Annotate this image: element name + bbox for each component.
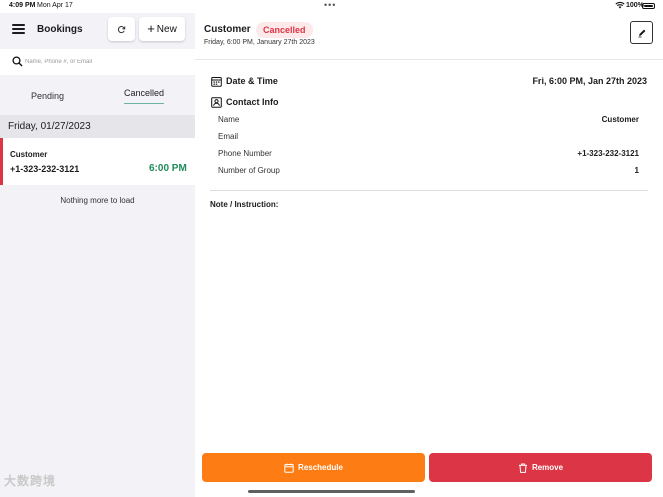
edit-button[interactable] xyxy=(630,21,653,44)
group-field-label: Number of Group xyxy=(218,166,280,175)
wifi-icon xyxy=(615,2,625,9)
home-indicator[interactable] xyxy=(248,490,415,493)
remove-button[interactable]: Remove xyxy=(429,453,652,482)
date-time-value: Fri, 6:00 PM, Jan 27th 2023 xyxy=(532,76,647,86)
header-divider xyxy=(195,59,663,60)
booking-detail-panel: Customer Cancelled Friday, 6:00 PM, Janu… xyxy=(195,13,663,497)
group-field-value: 1 xyxy=(634,166,639,175)
detail-customer-name: Customer xyxy=(204,24,251,35)
refresh-button[interactable] xyxy=(108,17,135,41)
booking-time: 6:00 PM xyxy=(149,163,187,174)
new-booking-button[interactable]: + New xyxy=(139,17,185,41)
content-divider xyxy=(210,190,648,191)
date-time-label: Date & Time xyxy=(226,76,278,86)
calendar-icon xyxy=(284,463,294,473)
contact-card-icon xyxy=(211,97,222,108)
search-icon xyxy=(12,56,23,67)
status-badge: Cancelled xyxy=(256,22,313,38)
reschedule-button[interactable]: Reschedule xyxy=(202,453,425,482)
note-instruction-label: Note / Instruction: xyxy=(210,200,279,209)
multitasking-dots-icon[interactable]: ••• xyxy=(324,0,336,10)
booking-phone: +1-323-232-3121 xyxy=(10,164,80,174)
plus-icon: + xyxy=(147,21,155,36)
remove-label: Remove xyxy=(531,463,564,472)
battery-icon xyxy=(642,3,655,9)
status-tabs: Pending Cancelled xyxy=(0,75,195,115)
watermark-logo: 大数跨境 xyxy=(4,474,57,488)
contact-info-heading: Contact Info xyxy=(211,97,331,109)
sidebar-title: Bookings xyxy=(37,24,83,35)
email-field-label: Email xyxy=(218,132,239,141)
trash-icon xyxy=(518,463,528,473)
detail-subtitle-date: Friday, 6:00 PM, January 27th 2023 xyxy=(204,39,315,46)
tab-cancelled[interactable]: Cancelled xyxy=(124,88,164,98)
new-button-label: New xyxy=(156,23,177,35)
end-of-list-message: Nothing more to load xyxy=(60,196,135,205)
search-bar xyxy=(0,49,195,75)
date-time-heading: Date & Time xyxy=(211,76,331,88)
pencil-icon xyxy=(638,29,645,37)
bookings-sidebar: Bookings + New Pending Cancelled Friday,… xyxy=(0,13,195,497)
status-bar: 4:09 PM Mon Apr 17 ••• 100% xyxy=(0,0,663,13)
booking-list-item[interactable]: Customer +1-323-232-3121 6:00 PM xyxy=(0,138,195,185)
booking-customer-name: Customer xyxy=(10,150,48,159)
search-input[interactable] xyxy=(25,54,185,70)
tab-pending[interactable]: Pending xyxy=(31,91,64,101)
refresh-icon xyxy=(117,25,126,33)
calendar-icon xyxy=(211,77,222,87)
reschedule-label: Reschedule xyxy=(298,463,343,472)
name-field-value: Customer xyxy=(601,115,639,124)
contact-info-label: Contact Info xyxy=(226,97,279,107)
status-date: Mon Apr 17 xyxy=(37,2,73,9)
name-field-label: Name xyxy=(218,115,240,124)
hamburger-menu-icon[interactable] xyxy=(12,24,25,34)
phone-field-label: Phone Number xyxy=(218,149,272,158)
phone-field-value: +1-323-232-3121 xyxy=(577,149,639,158)
date-section-header: Friday, 01/27/2023 xyxy=(0,115,195,138)
status-time: 4:09 PM xyxy=(9,2,36,9)
active-tab-indicator xyxy=(124,103,164,104)
